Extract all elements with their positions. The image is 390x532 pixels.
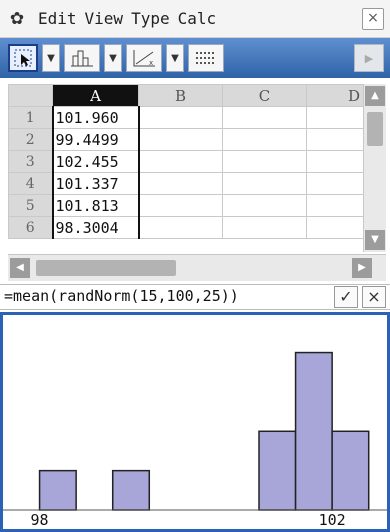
cell-b6[interactable] (138, 216, 223, 239)
corner-cell[interactable] (8, 84, 53, 107)
cell-c5[interactable] (222, 194, 307, 217)
chevron-down-icon[interactable]: ▼ (104, 44, 122, 72)
cell-d1[interactable] (306, 106, 365, 129)
cell-a2[interactable]: 99.4499 (51, 128, 140, 151)
cell-d3[interactable] (306, 150, 365, 173)
row-number[interactable]: 6 (8, 216, 53, 239)
spreadsheet: A B C D 1 101.960 2 99.4499 3 102.455 4 … (8, 84, 386, 252)
formula-input[interactable]: =mean(randNorm(15,100,25)) (4, 287, 239, 305)
chevron-down-icon[interactable]: ▼ (166, 44, 184, 72)
scroll-up-icon[interactable]: ▲ (365, 86, 385, 106)
formula-bar: =mean(randNorm(15,100,25)) ✓ × (0, 284, 390, 310)
select-arrow-icon[interactable] (8, 44, 38, 72)
cell-b3[interactable] (138, 150, 223, 173)
row-number[interactable]: 5 (8, 194, 53, 217)
menu-calc[interactable]: Calc (174, 9, 221, 28)
histogram-bar[interactable] (258, 430, 297, 511)
cell-a3[interactable]: 102.455 (51, 150, 140, 173)
toolbar: ▼ ▼ x ▼ ▶ (0, 38, 390, 78)
cell-d5[interactable] (306, 194, 365, 217)
cell-d2[interactable] (306, 128, 365, 151)
histogram-bar[interactable] (331, 430, 370, 511)
gear-icon[interactable]: ✿ (0, 9, 34, 29)
scroll-right-icon[interactable]: ▶ (352, 258, 372, 278)
cell-b4[interactable] (138, 172, 223, 195)
row-number[interactable]: 4 (8, 172, 53, 195)
toolbar-scroll-right-icon[interactable]: ▶ (354, 44, 384, 72)
cell-a4[interactable]: 101.337 (51, 172, 140, 195)
table-row: 4 101.337 (8, 172, 365, 195)
confirm-button[interactable]: ✓ (334, 286, 358, 308)
table-row: 1 101.960 (8, 106, 365, 129)
cell-c6[interactable] (222, 216, 307, 239)
row-number[interactable]: 2 (8, 128, 53, 151)
cell-d6[interactable] (306, 216, 365, 239)
histogram-icon[interactable] (64, 44, 100, 72)
horizontal-scrollbar[interactable]: ◀ ▶ (8, 254, 386, 281)
histogram-bar[interactable] (294, 351, 333, 511)
menu-edit[interactable]: Edit (34, 9, 81, 28)
cell-a6[interactable]: 98.3004 (51, 216, 140, 239)
horizontal-scroll-thumb[interactable] (36, 260, 176, 276)
cell-b2[interactable] (138, 128, 223, 151)
menu-type[interactable]: Type (127, 9, 174, 28)
table-row: 5 101.813 (8, 194, 365, 217)
scroll-down-icon[interactable]: ▼ (365, 230, 385, 250)
cell-a5[interactable]: 101.813 (51, 194, 140, 217)
cell-b1[interactable] (138, 106, 223, 129)
column-header-c[interactable]: C (222, 84, 307, 107)
cell-d4[interactable] (306, 172, 365, 195)
cell-c3[interactable] (222, 150, 307, 173)
menu-view[interactable]: View (81, 9, 128, 28)
histogram-graph-pane[interactable]: 98 102 (0, 312, 390, 532)
row-number[interactable]: 1 (8, 106, 53, 129)
column-header-a[interactable]: A (52, 84, 139, 107)
cell-c4[interactable] (222, 172, 307, 195)
table-row: 6 98.3004 (8, 216, 365, 239)
cell-c1[interactable] (222, 106, 307, 129)
cell-b5[interactable] (138, 194, 223, 217)
grid-cells-icon[interactable] (188, 44, 224, 72)
cell-a1[interactable]: 101.960 (51, 106, 140, 129)
scatter-axes-icon[interactable]: x (126, 44, 162, 72)
spreadsheet-grid: A B C D 1 101.960 2 99.4499 3 102.455 4 … (8, 84, 365, 239)
histogram-bar[interactable] (38, 469, 77, 511)
vertical-scroll-thumb[interactable] (367, 112, 383, 146)
cancel-button[interactable]: × (362, 286, 386, 308)
histogram-chart: 98 102 (3, 351, 387, 529)
column-header-d[interactable]: D (306, 84, 365, 107)
histogram-bar[interactable] (111, 469, 151, 511)
svg-text:x: x (149, 59, 153, 67)
table-row: 3 102.455 (8, 150, 365, 173)
table-row: 2 99.4499 (8, 128, 365, 151)
menu-bar: ✿ Edit View Type Calc × (0, 0, 390, 38)
x-tick-label: 98 (31, 511, 49, 529)
chevron-down-icon[interactable]: ▼ (42, 44, 60, 72)
close-window-button[interactable]: × (362, 8, 384, 30)
scroll-left-icon[interactable]: ◀ (10, 258, 30, 278)
vertical-scrollbar[interactable]: ▲ ▼ (363, 84, 386, 252)
column-header-b[interactable]: B (138, 84, 223, 107)
row-number[interactable]: 3 (8, 150, 53, 173)
x-tick-label: 102 (319, 511, 346, 529)
cell-c2[interactable] (222, 128, 307, 151)
